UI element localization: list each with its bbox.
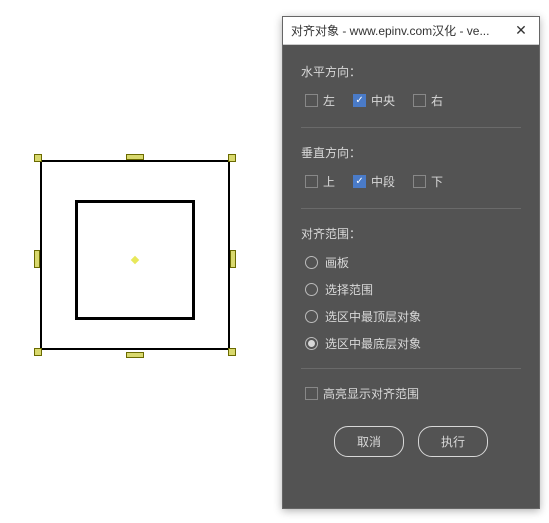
selection-handle[interactable] [126,154,144,160]
checkbox-icon [353,175,366,188]
radio-scope-selection[interactable]: 选择范围 [305,281,521,298]
selection-handle[interactable] [34,348,42,356]
cancel-button[interactable]: 取消 [334,426,404,457]
checkbox-v-middle[interactable]: 中段 [353,173,395,190]
close-icon[interactable]: ✕ [511,21,531,41]
dialog-titlebar[interactable]: 对齐对象 - www.epinv.com汉化 - ve... ✕ [283,17,539,45]
checkbox-icon [305,387,318,400]
checkbox-icon [305,175,318,188]
checkbox-v-bottom[interactable]: 下 [413,173,443,190]
divider [301,368,521,369]
checkbox-label: 左 [323,92,335,109]
selection-handle[interactable] [126,352,144,358]
radio-icon [305,337,318,350]
checkbox-label: 中段 [371,173,395,190]
checkbox-highlight[interactable]: 高亮显示对齐范围 [305,385,521,402]
selection-handle[interactable] [34,250,40,268]
selection-handle[interactable] [228,348,236,356]
scope-section-label: 对齐范围： [301,225,521,242]
checkbox-h-right[interactable]: 右 [413,92,443,109]
radio-label: 选择范围 [325,281,373,298]
radio-label: 选区中最底层对象 [325,335,421,352]
dialog-title: 对齐对象 - www.epinv.com汉化 - ve... [291,22,511,39]
align-dialog: 对齐对象 - www.epinv.com汉化 - ve... ✕ 水平方向： 左… [282,16,540,509]
radio-label: 画板 [325,254,349,271]
radio-scope-bottommost[interactable]: 选区中最底层对象 [305,335,521,352]
radio-scope-topmost[interactable]: 选区中最顶层对象 [305,308,521,325]
selection-handle[interactable] [230,250,236,268]
checkbox-label: 下 [431,173,443,190]
checkbox-h-left[interactable]: 左 [305,92,335,109]
checkbox-label: 右 [431,92,443,109]
checkbox-icon [305,94,318,107]
checkbox-h-center[interactable]: 中央 [353,92,395,109]
radio-icon [305,283,318,296]
radio-label: 选区中最顶层对象 [325,308,421,325]
horizontal-section-label: 水平方向： [301,63,521,80]
checkbox-label: 中央 [371,92,395,109]
canvas-preview [0,0,280,523]
execute-button[interactable]: 执行 [418,426,488,457]
radio-icon [305,310,318,323]
checkbox-v-top[interactable]: 上 [305,173,335,190]
checkbox-label: 高亮显示对齐范围 [323,385,419,402]
vertical-section-label: 垂直方向： [301,144,521,161]
divider [301,127,521,128]
divider [301,208,521,209]
checkbox-label: 上 [323,173,335,190]
selection-handle[interactable] [228,154,236,162]
checkbox-icon [413,94,426,107]
radio-icon [305,256,318,269]
checkbox-icon [413,175,426,188]
checkbox-icon [353,94,366,107]
selection-handle[interactable] [34,154,42,162]
radio-scope-artboard[interactable]: 画板 [305,254,521,271]
